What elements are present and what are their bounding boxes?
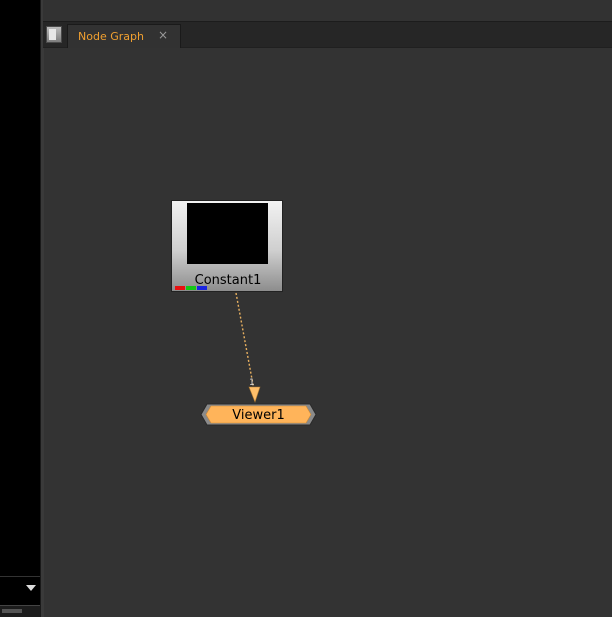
node-label: Viewer1 xyxy=(232,408,285,423)
left-panel-scrollbar[interactable] xyxy=(0,605,40,617)
channel-red-indicator xyxy=(175,286,185,290)
node-graph-canvas[interactable] xyxy=(44,48,612,617)
left-panel xyxy=(0,0,40,617)
tab-node-graph[interactable]: Node Graph × xyxy=(67,24,181,48)
viewer-input-number: 1 xyxy=(249,378,255,388)
top-bar xyxy=(43,0,612,22)
tab-label: Node Graph xyxy=(78,30,144,43)
channel-blue-indicator xyxy=(197,286,207,290)
pane-menu-icon xyxy=(49,29,56,40)
constant-thumbnail xyxy=(187,203,268,264)
scrollbar-grip[interactable] xyxy=(2,609,22,613)
viewer-node[interactable]: Viewer1 xyxy=(200,403,317,426)
close-icon[interactable]: × xyxy=(158,28,168,42)
channel-green-indicator xyxy=(186,286,196,290)
constant-node[interactable]: Constant1 xyxy=(171,200,283,292)
app-window: Node Graph × Constant1 1 Viewer1 xyxy=(0,0,612,617)
chevron-down-icon xyxy=(26,585,36,591)
left-panel-dropdown[interactable] xyxy=(0,576,40,599)
pane-menu-button[interactable] xyxy=(46,26,62,43)
